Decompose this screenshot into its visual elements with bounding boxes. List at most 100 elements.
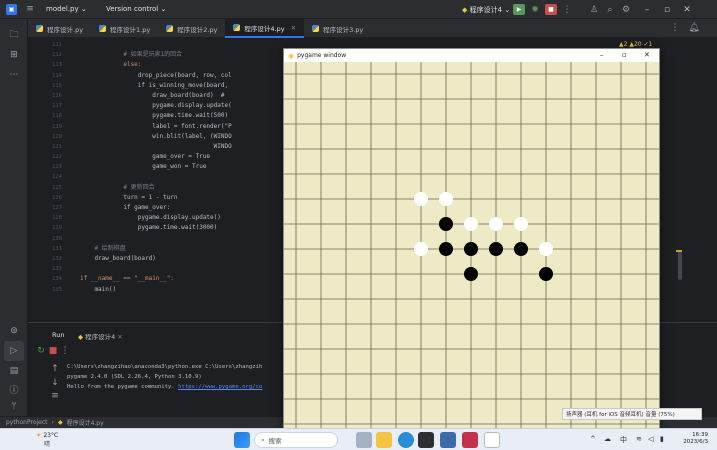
maximize-icon[interactable]: ▫	[657, 0, 677, 19]
weather-widget[interactable]: ☀ 23°C 晴	[36, 432, 58, 448]
python-file-icon	[166, 25, 174, 32]
minimize-icon[interactable]: –	[637, 0, 657, 19]
more-tools-icon[interactable]: ⋯	[4, 65, 24, 85]
volume-icon[interactable]: ◁	[648, 435, 653, 443]
run-icon[interactable]: ▶	[513, 4, 525, 15]
run-tool-icon[interactable]: ▷	[4, 341, 24, 361]
run-tab-title: Run	[52, 331, 65, 339]
code-line[interactable]: else:	[80, 60, 290, 70]
code-line[interactable]: pygame.display.update(	[80, 101, 290, 111]
gomoku-board[interactable]	[284, 62, 659, 428]
code-lines[interactable]: # 如果是玩家1的回合 else: drop_piece(board, row,…	[80, 40, 290, 295]
more-icon[interactable]: ⋮	[562, 4, 572, 15]
code-line[interactable]: draw_board(board)	[80, 254, 290, 264]
line-number: 121	[52, 143, 62, 150]
line-number: 112	[52, 52, 62, 59]
code-line[interactable]: if is_winning_move(board,	[80, 81, 290, 91]
code-line[interactable]: # 绘制棋盘	[80, 244, 290, 254]
settings-icon[interactable]: ⚙	[620, 4, 632, 15]
soft-wrap-icon[interactable]: ≡	[50, 391, 60, 401]
rerun-icon[interactable]: ↻	[36, 346, 46, 356]
tab-close-icon[interactable]: ✕	[291, 24, 296, 32]
code-line[interactable]: turn = 1 - turn	[80, 193, 290, 203]
ime-indicator[interactable]: 中	[620, 435, 627, 445]
editor-scrollbar[interactable]	[678, 250, 682, 280]
run-config-tab[interactable]: ◆ 程序设计4 ✕	[78, 331, 123, 341]
vcs-selector[interactable]: Version control ⌄	[106, 5, 166, 13]
code-line[interactable]: draw_board(board) #	[80, 91, 290, 101]
inspection-widget[interactable]: ▲2 ▲20 ✓1	[619, 41, 652, 48]
git-icon[interactable]: ᛘ	[4, 397, 24, 417]
status-project[interactable]: pythonProject	[6, 419, 48, 426]
close-icon[interactable]: ✕	[677, 0, 697, 19]
code-line[interactable]: drop_piece(board, row, col	[80, 71, 290, 81]
pygame-window[interactable]: ◉ pygame window – ▫ ✕	[283, 48, 660, 428]
code-line[interactable]: # 更新回合	[80, 183, 290, 193]
tabs-more-icon[interactable]: ⋮	[670, 22, 680, 34]
stop-run-icon[interactable]: ■	[48, 346, 58, 356]
start-icon[interactable]	[234, 432, 250, 448]
account-icon[interactable]: ♙	[588, 4, 600, 15]
clock[interactable]: 16:39 2023/6/3	[676, 432, 708, 446]
code-line[interactable]: WINDO	[80, 142, 290, 152]
project-folder-icon[interactable]: 🗀	[4, 25, 24, 45]
structure-icon[interactable]: ⊞	[4, 45, 24, 65]
problems-icon[interactable]: ⓘ	[4, 379, 24, 399]
edge-browser-icon[interactable]	[398, 432, 414, 448]
python-packages-icon[interactable]: ⊚	[4, 321, 24, 341]
tab-file-0[interactable]: 程序设计.py	[28, 19, 91, 38]
terminal-icon[interactable]: ▤	[4, 361, 24, 381]
code-line[interactable]: pygame.time.wait(500)	[80, 111, 290, 121]
code-line[interactable]: game_over = True	[80, 152, 290, 162]
code-line[interactable]	[80, 264, 290, 274]
task-view-icon[interactable]	[356, 432, 372, 448]
code-line[interactable]: if game_over:	[80, 203, 290, 213]
status-file[interactable]: 程序设计4.py	[67, 418, 104, 427]
code-line[interactable]: # 如果是玩家1的回合	[80, 50, 290, 60]
code-line[interactable]: if __name__ == "__main__":	[80, 274, 290, 284]
tab-file-2[interactable]: 程序设计2.py	[158, 19, 225, 38]
tab-file-1[interactable]: 程序设计1.py	[91, 19, 158, 38]
code-line[interactable]	[80, 40, 290, 50]
run-config-selector[interactable]: ◆ 程序设计4 ⌄	[462, 5, 510, 15]
search-icon[interactable]: ⌕	[604, 4, 616, 15]
weather-icon: ☀	[36, 432, 42, 439]
project-selector[interactable]: model.py ⌄	[46, 5, 87, 13]
code-line[interactable]: pygame.time.wait(3000)	[80, 223, 290, 233]
debug-icon[interactable]: ✹	[529, 4, 541, 15]
pygame-maximize-icon[interactable]: ▫	[622, 51, 627, 59]
white-stone	[464, 217, 478, 231]
tray-chevron-icon[interactable]: ^	[590, 435, 596, 443]
code-line[interactable]: label = font.render("P	[80, 122, 290, 132]
menu-icon[interactable]: ≡	[24, 3, 36, 15]
app-icon-2[interactable]	[462, 432, 478, 448]
white-stone	[489, 217, 503, 231]
document-icon[interactable]	[484, 432, 500, 448]
line-number: 135	[52, 286, 62, 293]
notifications-icon[interactable]: 🔔︎	[688, 22, 700, 34]
wifi-icon[interactable]: ≋	[636, 435, 642, 443]
tab-file-3-active[interactable]: 程序设计4.py ✕	[225, 19, 305, 38]
file-explorer-icon[interactable]	[376, 432, 392, 448]
code-line[interactable]	[80, 234, 290, 244]
stop-icon[interactable]: ■	[545, 4, 557, 15]
run-more-icon[interactable]: ⋮	[60, 346, 70, 356]
scroll-up-icon[interactable]: ↑	[50, 364, 60, 374]
pygame-close-icon[interactable]: ✕	[644, 51, 650, 59]
taskbar-search[interactable]: ⌕ 搜索	[254, 432, 338, 448]
pygame-minimize-icon[interactable]: –	[600, 51, 604, 59]
code-line[interactable]: pygame.display.update()	[80, 213, 290, 223]
code-line[interactable]: game_won = True	[80, 162, 290, 172]
code-line[interactable]: win.blit(label, (WINDO	[80, 132, 290, 142]
taskbar: ☀ 23°C 晴 ⌕ 搜索 ^ ☁ 中 ≋ ◁ ▮ 16:39 2023/6/3	[0, 428, 717, 450]
app-icon-1[interactable]	[440, 432, 456, 448]
console-link[interactable]: https://www.pygame.org/co	[178, 384, 262, 390]
code-line[interactable]: main()	[80, 285, 290, 295]
pycharm-icon[interactable]	[418, 432, 434, 448]
tray-cloud-icon[interactable]: ☁	[604, 435, 611, 443]
tab-file-4[interactable]: 程序设计3.py	[304, 19, 371, 38]
battery-icon[interactable]: ▮	[660, 435, 664, 443]
code-line[interactable]	[80, 172, 290, 182]
scroll-down-icon[interactable]: ↓	[50, 378, 60, 388]
pygame-title-bar[interactable]: ◉ pygame window – ▫ ✕	[284, 49, 659, 62]
